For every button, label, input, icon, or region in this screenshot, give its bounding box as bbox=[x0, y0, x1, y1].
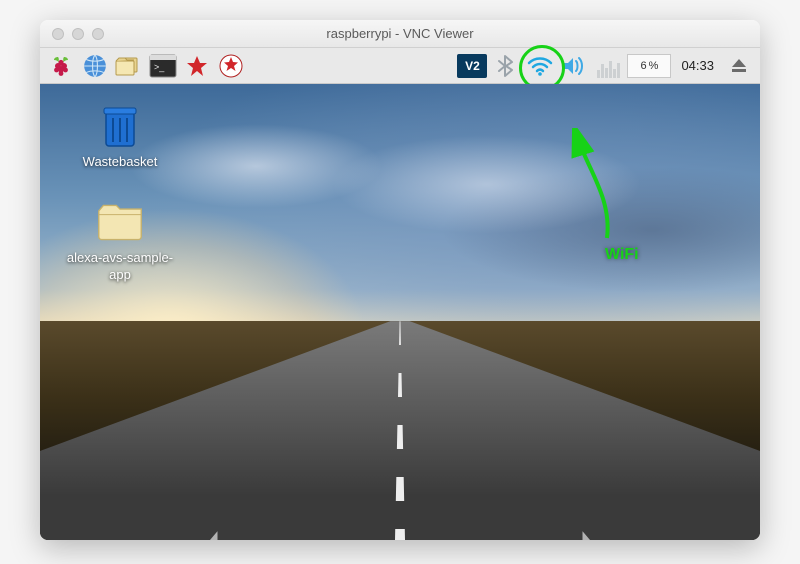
cpu-percent-value: 6 bbox=[641, 60, 647, 72]
mathematica-icon bbox=[185, 54, 209, 78]
terminal-button[interactable]: >_ bbox=[148, 51, 178, 81]
files-icon bbox=[115, 54, 143, 78]
mac-titlebar[interactable]: raspberrypi - VNC Viewer bbox=[40, 20, 760, 48]
mathematica-button[interactable] bbox=[182, 51, 212, 81]
minimize-icon[interactable] bbox=[72, 28, 84, 40]
wastebasket-label: Wastebasket bbox=[83, 154, 158, 170]
terminal-icon: >_ bbox=[149, 54, 177, 78]
close-icon[interactable] bbox=[52, 28, 64, 40]
globe-icon bbox=[82, 53, 108, 79]
wolfram-button[interactable] bbox=[216, 51, 246, 81]
wastebasket-icon[interactable]: Wastebasket bbox=[60, 102, 180, 170]
file-manager-button[interactable] bbox=[114, 51, 144, 81]
vnc-label: V2 bbox=[465, 59, 480, 73]
wolfram-icon bbox=[219, 54, 243, 78]
zoom-icon[interactable] bbox=[92, 28, 104, 40]
vnc-server-button[interactable]: V2 bbox=[457, 54, 487, 78]
web-browser-button[interactable] bbox=[80, 51, 110, 81]
cpu-usage[interactable]: 6 % bbox=[627, 54, 671, 78]
eject-button[interactable] bbox=[724, 51, 754, 81]
bluetooth-button[interactable] bbox=[491, 51, 521, 81]
bluetooth-icon bbox=[496, 54, 516, 78]
svg-text:>_: >_ bbox=[154, 62, 165, 72]
eject-icon bbox=[730, 57, 748, 75]
desktop-icons-area: Wastebasket alexa-avs-sample-app bbox=[60, 102, 180, 283]
raspberry-menu-button[interactable] bbox=[46, 51, 76, 81]
cpu-graph bbox=[593, 54, 623, 78]
volume-button[interactable] bbox=[559, 51, 589, 81]
rpi-desktop[interactable]: Wastebasket alexa-avs-sample-app WiFi bbox=[40, 84, 760, 540]
folder-icon bbox=[96, 198, 144, 246]
mac-traffic-lights bbox=[40, 28, 104, 40]
raspberry-icon bbox=[49, 54, 73, 78]
vnc-viewer-window: raspberrypi - VNC Viewer >_ V2 bbox=[40, 20, 760, 540]
trash-icon bbox=[96, 102, 144, 150]
volume-icon bbox=[562, 56, 586, 76]
alexa-folder-label: alexa-avs-sample-app bbox=[60, 250, 180, 283]
alexa-folder-icon[interactable]: alexa-avs-sample-app bbox=[60, 198, 180, 283]
cpu-percent-unit: % bbox=[649, 60, 659, 72]
window-title: raspberrypi - VNC Viewer bbox=[40, 26, 760, 41]
wifi-icon bbox=[527, 54, 553, 78]
clock[interactable]: 04:33 bbox=[675, 58, 720, 73]
rpi-taskbar: >_ V2 6 bbox=[40, 48, 760, 84]
wifi-button[interactable] bbox=[525, 51, 555, 81]
